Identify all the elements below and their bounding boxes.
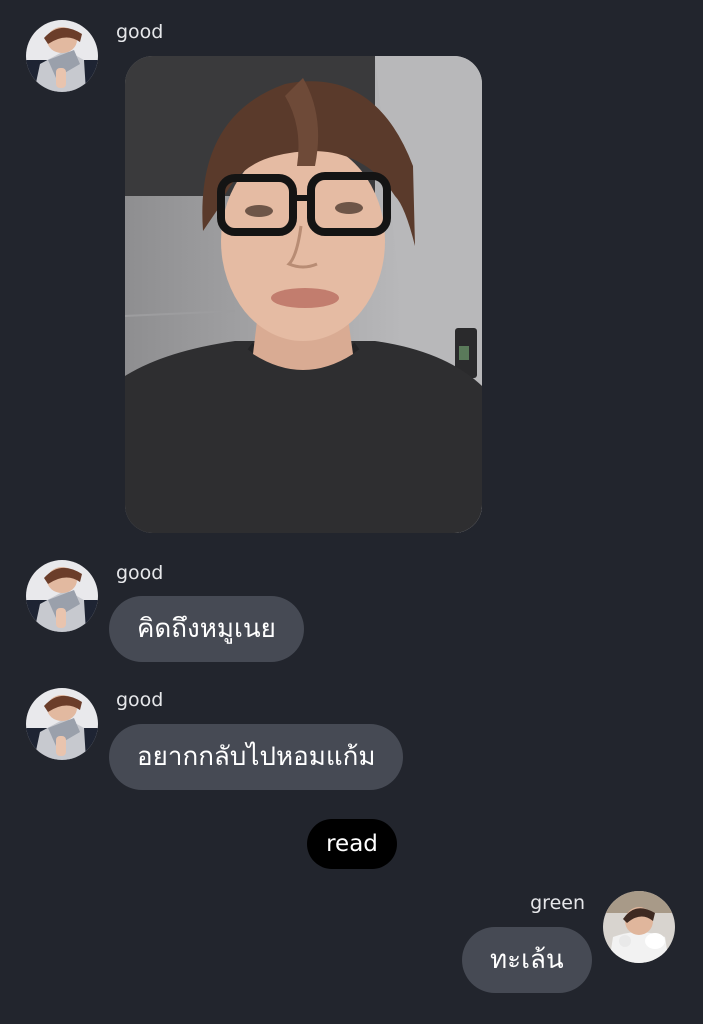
sender-name: good: [116, 562, 164, 584]
sender-name: good: [116, 21, 164, 43]
avatar-good[interactable]: [26, 560, 98, 632]
message-photo[interactable]: [125, 56, 482, 533]
message-bubble[interactable]: คิดถึงหมูเนย: [109, 596, 304, 662]
avatar-green[interactable]: [603, 891, 675, 963]
message-bubble[interactable]: อยากกลับไปหอมแก้ม: [109, 724, 404, 790]
avatar-good[interactable]: [26, 688, 98, 760]
message-bubble[interactable]: ทะเล้น: [462, 927, 592, 993]
sender-name: green: [530, 892, 585, 914]
sender-name: good: [116, 689, 164, 711]
read-receipt-badge: read: [307, 819, 397, 869]
chat-thread: good good คิดถึงหมูเนย good อยากกลับไปหอ…: [0, 0, 703, 1024]
avatar-good[interactable]: [26, 20, 98, 92]
